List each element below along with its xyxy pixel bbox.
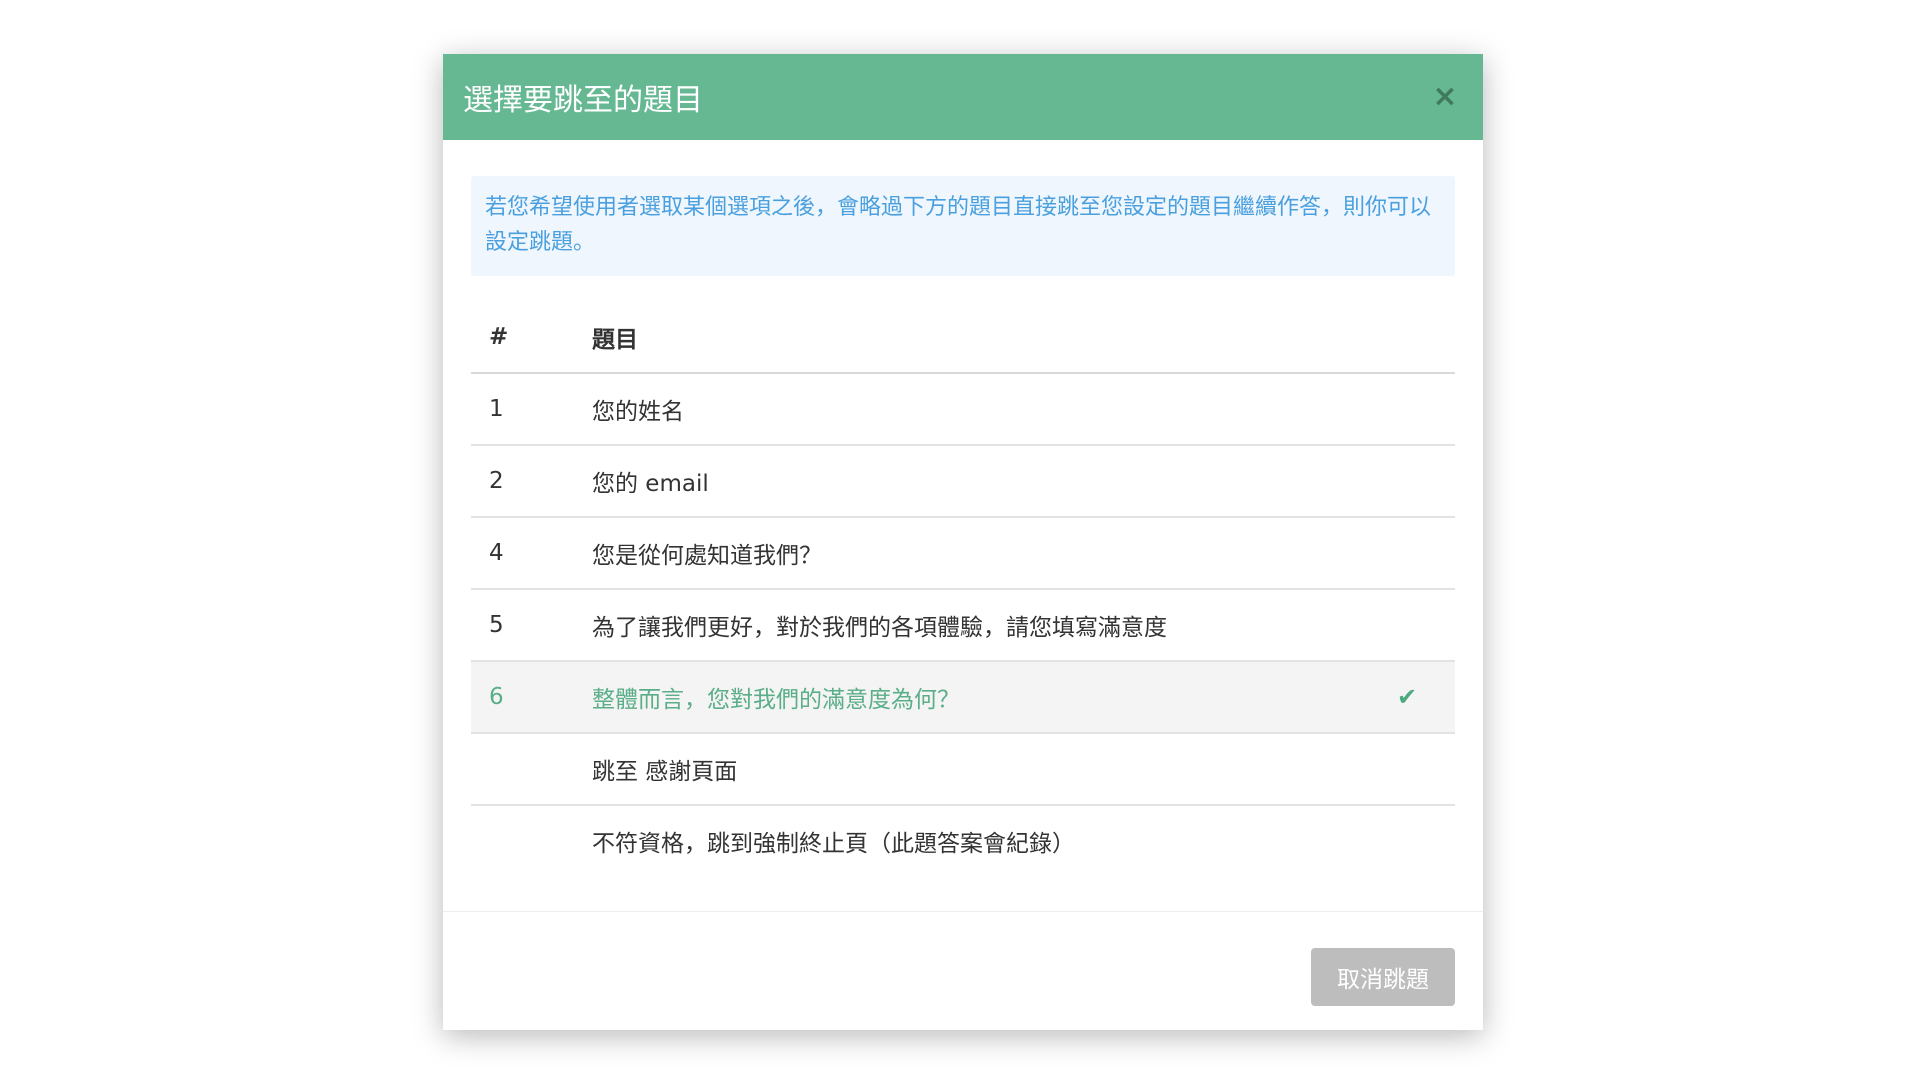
dialog-title: 選擇要跳至的題目: [463, 83, 703, 118]
table-row-selected[interactable]: 6 整體而言，您對我們的滿意度為何？ ✔: [471, 661, 1455, 734]
question-title: 您是從何處知道我們？: [574, 517, 1377, 590]
table-row[interactable]: 跳至 感謝頁面: [471, 733, 1455, 806]
column-header-check: [1377, 302, 1455, 374]
question-number: 6: [471, 661, 574, 734]
question-number: 5: [471, 589, 574, 662]
dialog-body: 若您希望使用者選取某個選項之後，會略過下方的題目直接跳至您設定的題目繼續作答，則…: [443, 140, 1483, 876]
jump-to-disqualify-page: 不符資格，跳到強制終止頁（此題答案會紀錄）: [592, 831, 1075, 857]
column-header-number: #: [471, 302, 574, 374]
question-number: 2: [471, 445, 574, 518]
question-number: [471, 733, 574, 806]
question-table: # 題目 1 您的姓名 2 您的 email 4 您是從何處知道我們？ 5 為了…: [471, 302, 1455, 876]
jump-to-thank-you-page: 跳至 感謝頁面: [574, 733, 1377, 806]
check-icon: ✔: [1396, 683, 1418, 711]
question-title: 整體而言，您對我們的滿意度為何？: [574, 661, 1377, 734]
question-number: 4: [471, 517, 574, 590]
dialog-footer: 取消跳題: [443, 911, 1483, 1030]
cancel-jump-button[interactable]: 取消跳題: [1311, 948, 1455, 1006]
question-title: 您的姓名: [574, 373, 1377, 446]
table-row[interactable]: 不符資格，跳到強制終止頁（此題答案會紀錄）: [471, 805, 1455, 876]
question-title: 為了讓我們更好，對於我們的各項體驗，請您填寫滿意度: [574, 589, 1377, 662]
table-header-row: # 題目: [471, 302, 1455, 374]
question-title: 您的 email: [574, 445, 1377, 518]
info-alert: 若您希望使用者選取某個選項之後，會略過下方的題目直接跳至您設定的題目繼續作答，則…: [471, 176, 1455, 276]
table-row[interactable]: 5 為了讓我們更好，對於我們的各項體驗，請您填寫滿意度: [471, 589, 1455, 662]
dialog-header: 選擇要跳至的題目 ×: [443, 54, 1483, 140]
column-header-question: 題目: [574, 302, 1377, 374]
jump-to-question-dialog: 選擇要跳至的題目 × 若您希望使用者選取某個選項之後，會略過下方的題目直接跳至您…: [443, 54, 1483, 1030]
table-row[interactable]: 2 您的 email: [471, 445, 1455, 518]
question-number: [471, 805, 574, 876]
table-row[interactable]: 1 您的姓名: [471, 373, 1455, 446]
close-icon[interactable]: ×: [1427, 79, 1463, 115]
table-row[interactable]: 4 您是從何處知道我們？: [471, 517, 1455, 590]
question-number: 1: [471, 373, 574, 446]
